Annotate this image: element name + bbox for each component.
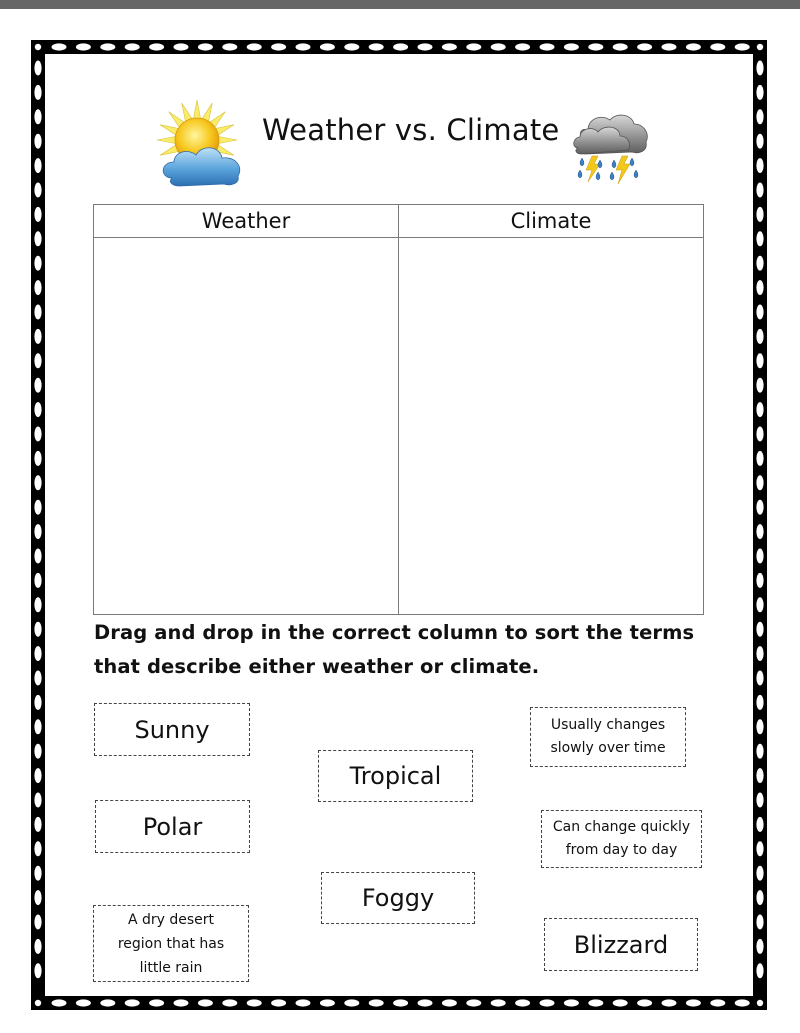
sorting-table: Weather Climate [93,204,704,615]
card-label: Can change quickly from day to day [552,819,691,858]
draggable-card-can-change-quickly[interactable]: Can change quickly from day to day [541,810,702,868]
draggable-card-blizzard[interactable]: Blizzard [544,918,698,971]
climate-column: Climate [399,205,703,614]
draggable-card-dry-desert[interactable]: A dry desert region that has little rain [93,905,249,982]
top-bar [0,0,800,9]
thunderstorm-cloud-icon [573,114,648,185]
card-label: Usually changes slowly over time [550,717,666,756]
card-label: Sunny [134,715,210,744]
card-label: A dry desert region that has little rain [117,911,225,976]
card-label: Polar [142,812,203,841]
sun-behind-cloud-icon [156,100,241,187]
weather-drop-zone[interactable] [94,238,398,614]
card-label: Tropical [349,762,442,790]
page-title: Weather vs. Climate [262,113,560,147]
draggable-card-tropical[interactable]: Tropical [318,750,473,802]
draggable-card-foggy[interactable]: Foggy [321,872,475,924]
instructions-text: Drag and drop in the correct column to s… [94,621,695,678]
draggable-card-usually-changes[interactable]: Usually changes slowly over time [530,707,686,767]
weather-column-header: Weather [94,205,398,238]
card-label: Blizzard [573,930,669,959]
weather-column: Weather [94,205,399,614]
climate-column-header: Climate [399,205,703,238]
draggable-card-sunny[interactable]: Sunny [94,703,250,756]
climate-drop-zone[interactable] [399,238,703,614]
draggable-card-polar[interactable]: Polar [95,800,250,853]
card-label: Foggy [361,884,435,912]
